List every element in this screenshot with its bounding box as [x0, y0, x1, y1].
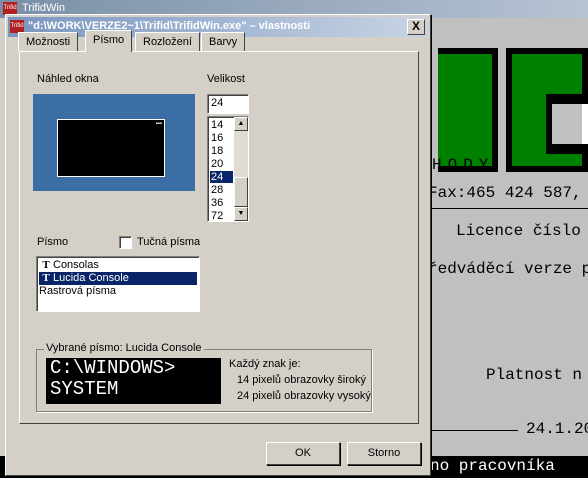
tab-colors[interactable]: Barvy — [201, 32, 246, 51]
size-input[interactable]: 24 — [207, 94, 249, 114]
console-area: HODY Fax:465 424 587, Licence číslo ředv… — [428, 18, 588, 478]
tab-font[interactable]: Písmo — [85, 30, 133, 52]
status-text: no pracovníka — [430, 457, 555, 475]
console-line: Fax:465 424 587, — [428, 184, 582, 202]
font-option-label: Rastrová písma — [39, 285, 117, 297]
size-option[interactable]: 16 — [210, 132, 233, 144]
truetype-icon: T — [42, 272, 50, 284]
selected-font-label: Vybrané písmo: Lucida Console — [44, 342, 204, 354]
size-value: 24 — [211, 97, 224, 109]
size-option[interactable]: 28 — [210, 184, 233, 196]
char-width-text: 14 pixelů obrazovky široký — [237, 374, 367, 386]
sample-line: SYSTEM — [50, 378, 119, 400]
cancel-button[interactable]: Storno — [347, 442, 421, 465]
size-option[interactable]: 18 — [210, 145, 233, 157]
console-line: Platnost n — [486, 366, 583, 384]
font-label: Písmo — [37, 236, 69, 248]
preview-console-window: ▪▪▪ — [57, 119, 165, 177]
size-label: Velikost — [207, 73, 245, 85]
close-icon: X — [411, 19, 420, 33]
logo-block-left — [428, 48, 498, 172]
console-line: HODY — [432, 156, 495, 174]
console-line: 24.1.20 — [526, 420, 588, 438]
font-option-selected[interactable]: T Lucida Console — [39, 272, 197, 285]
font-option-label: Consolas — [53, 259, 99, 271]
sample-line: C:\WINDOWS> — [50, 358, 176, 379]
size-scrollbar[interactable]: ▲ ▼ — [234, 117, 248, 221]
font-option[interactable]: T Consolas — [39, 259, 197, 272]
font-option-label: Lucida Console — [53, 272, 129, 284]
size-option[interactable]: 36 — [210, 197, 233, 209]
ok-button[interactable]: OK — [266, 442, 340, 465]
console-line: Licence číslo — [456, 222, 581, 240]
font-sample: C:\WINDOWS> SYSTEM — [46, 358, 221, 404]
console-divider — [428, 208, 588, 209]
bold-checkbox[interactable] — [119, 236, 132, 249]
size-option-selected[interactable]: 24 — [210, 171, 233, 183]
logo-block-right — [506, 48, 588, 172]
size-list[interactable]: 14 16 18 20 24 28 36 72 ▲ ▼ — [207, 116, 249, 222]
tab-options[interactable]: Možnosti — [18, 32, 79, 51]
console-divider — [428, 430, 518, 431]
size-option[interactable]: 14 — [210, 119, 233, 131]
console-line: ředváděcí verze p — [428, 260, 588, 278]
scroll-up-icon[interactable]: ▲ — [234, 117, 248, 131]
scroll-down-icon[interactable]: ▼ — [234, 207, 248, 221]
font-list[interactable]: T Consolas T Lucida Console Rastrová písma — [36, 256, 200, 312]
dialog-title: "d:\WORK\VERZE2~1\Trifid\TrifidWin.exe" … — [28, 20, 311, 32]
font-option[interactable]: Rastrová písma — [39, 285, 197, 298]
preview-label: Náhled okna — [37, 73, 99, 85]
scroll-thumb[interactable] — [234, 177, 248, 207]
tab-layout[interactable]: Rozložení — [135, 32, 200, 51]
char-size-label: Každý znak je: — [229, 358, 301, 370]
bold-label: Tučná písma — [137, 236, 201, 248]
size-option[interactable]: 72 — [210, 210, 233, 221]
background-title: TrifidWin — [22, 2, 65, 14]
size-option[interactable]: 20 — [210, 158, 233, 170]
truetype-icon: T — [42, 259, 50, 271]
window-preview: ▪▪▪ — [33, 94, 195, 191]
close-button[interactable]: X — [407, 19, 425, 35]
char-height-text: 24 pixelů obrazovky vysoký — [237, 390, 371, 402]
